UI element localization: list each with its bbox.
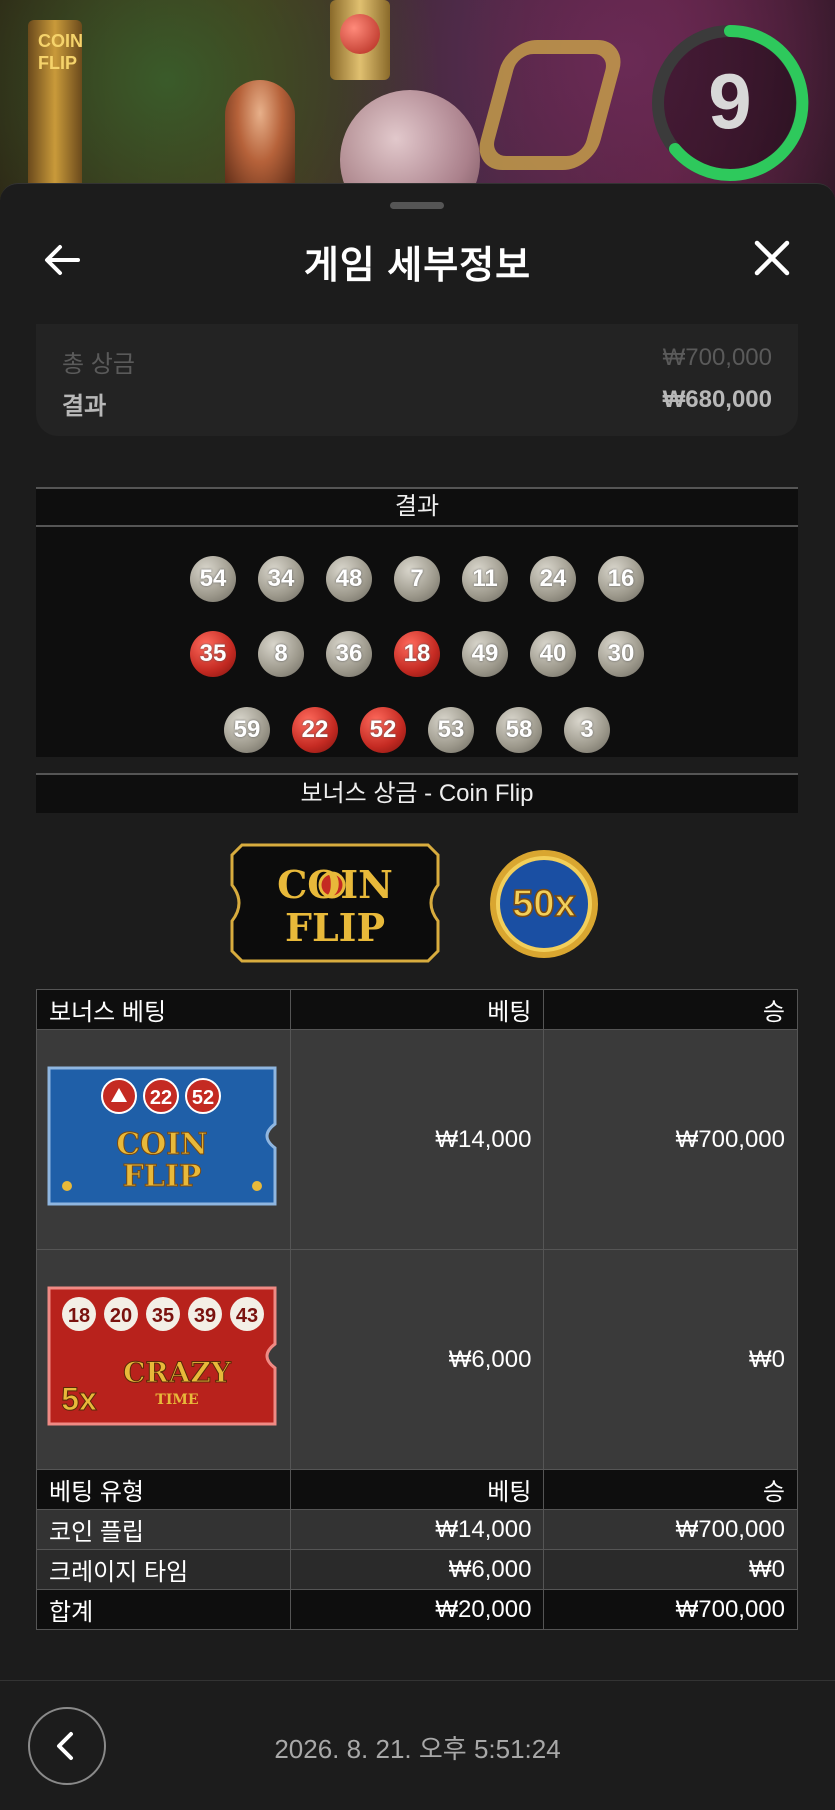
sheet-header: 게임 세부정보 [0, 220, 835, 300]
round-timestamp: 2026. 8. 21. 오후 5:51:24 [274, 1734, 561, 1764]
timer-value: 9 [708, 57, 751, 145]
ticket-logo-line1: CRAZY [123, 1356, 232, 1389]
result-ball: 54 [190, 556, 236, 602]
bet-amount: ₩14,000 [289, 1509, 545, 1550]
bonus-bet-column-header: 보너스 베팅 [36, 989, 291, 1030]
ticket-number: 43 [236, 1305, 258, 1327]
coin-flip-logo: COIN FLIP [230, 843, 440, 963]
result-ball: 24 [530, 556, 576, 602]
result-ball: 40 [530, 631, 576, 677]
result-ball: 34 [258, 556, 304, 602]
ticket-multiplier: 5x [61, 1381, 97, 1417]
result-ball: 8 [258, 631, 304, 677]
win-column-header: 승 [543, 1469, 798, 1510]
table-row: 22 52 COIN FLIP ₩14,000 ₩700,000 [36, 1029, 798, 1250]
bet-type: 크레이지 타임 [36, 1549, 291, 1590]
prize-summary: 총 상금 ₩700,000 결과 ₩680,000 [36, 324, 798, 436]
bet-column-header: 베팅 [289, 1469, 545, 1510]
result-ball: 22 [292, 707, 338, 753]
ticket-number: 18 [68, 1305, 90, 1327]
total-row: 합계 ₩20,000 ₩700,000 [36, 1589, 798, 1630]
ticket-cell: 18 20 35 39 43 5x CRAZY TIME [36, 1249, 291, 1470]
result-ball: 16 [598, 556, 644, 602]
red-ball [340, 14, 380, 54]
bonus-prize-header: 보너스 상금 - Coin Flip [36, 773, 798, 813]
result-value: ₩680,000 [662, 386, 772, 413]
ball-row-2: 35 8 36 18 49 40 30 [36, 631, 798, 677]
result-ball: 48 [326, 556, 372, 602]
coin-flip-logo-line2: FLIP [285, 905, 385, 950]
bet-amount: ₩6,000 [289, 1249, 545, 1470]
result-ball: 11 [462, 556, 508, 602]
coin-flip-logo-line1: COIN [277, 862, 393, 907]
win-column-header: 승 [543, 989, 798, 1030]
total-prize-label: 총 상금 [62, 351, 135, 378]
results-balls: 54 34 48 7 11 24 16 35 8 36 18 49 40 30 59 22 52 53 58 3 [36, 527, 798, 757]
sheet-grabber[interactable] [390, 202, 444, 209]
host-figure [225, 80, 295, 190]
bet-table: 보너스 베팅 베팅 승 22 52 COIN FLIP ₩14,000 ₩700… [36, 989, 798, 1630]
ticket-number: 35 [152, 1305, 174, 1327]
live-video-background: COIN FLIP 9 [0, 0, 835, 200]
bet-amount: ₩14,000 [289, 1029, 545, 1250]
coin-flip-sign: COIN FLIP [38, 30, 83, 74]
crazy-time-ticket: 18 20 35 39 43 5x CRAZY TIME [47, 1286, 277, 1426]
table-row: 18 20 35 39 43 5x CRAZY TIME ₩6,000 ₩0 [36, 1249, 798, 1470]
table-row: 코인 플립 ₩14,000 ₩700,000 [36, 1509, 798, 1550]
ticket-number: 52 [192, 1087, 214, 1109]
result-label: 결과 [62, 393, 107, 420]
bet-column-header: 베팅 [289, 989, 545, 1030]
ticket-logo-line2: FLIP [123, 1159, 202, 1194]
total-win: ₩700,000 [543, 1589, 798, 1630]
win-amount: ₩700,000 [543, 1029, 798, 1250]
result-ball: 58 [496, 707, 542, 753]
result-ball: 18 [394, 631, 440, 677]
results-header: 결과 [36, 487, 798, 527]
ball-row-1: 54 34 48 7 11 24 16 [36, 556, 798, 602]
result-ball: 36 [326, 631, 372, 677]
result-ball: 59 [224, 707, 270, 753]
win-amount: ₩0 [543, 1249, 798, 1470]
page-title: 게임 세부정보 [303, 245, 532, 287]
sheet-footer: 2026. 8. 21. 오후 5:51:24 [0, 1680, 835, 1810]
win-amount: ₩0 [543, 1549, 798, 1590]
ticket-logo-line1: COIN [116, 1127, 207, 1162]
coin-flip-ticket: 22 52 COIN FLIP [47, 1066, 277, 1206]
result-ball: 3 [564, 707, 610, 753]
ticket-number: 39 [194, 1305, 216, 1327]
total-bet: ₩20,000 [289, 1589, 545, 1630]
ticket-logo-line2: TIME [155, 1392, 198, 1408]
game-details-sheet: 게임 세부정보 총 상금 ₩700,000 결과 ₩680,000 결과 54 3… [0, 183, 835, 1810]
bet-table-header: 보너스 베팅 베팅 승 [36, 989, 798, 1030]
ticket-number: 20 [110, 1305, 132, 1327]
result-ball: 53 [428, 707, 474, 753]
close-icon[interactable] [752, 238, 792, 278]
ticket-number: 22 [150, 1087, 172, 1109]
summary-table-header: 베팅 유형 베팅 승 [36, 1469, 798, 1510]
ticket-cell: 22 52 COIN FLIP [36, 1029, 291, 1250]
result-ball: 35 [190, 631, 236, 677]
ball-slide [472, 40, 628, 170]
multiplier-badge-text: 50x [512, 883, 575, 925]
table-row: 크레이지 타임 ₩6,000 ₩0 [36, 1549, 798, 1590]
bet-type-column-header: 베팅 유형 [36, 1469, 291, 1510]
ball-row-3: 59 22 52 53 58 3 [36, 707, 798, 753]
bet-amount: ₩6,000 [289, 1549, 545, 1590]
bet-type: 코인 플립 [36, 1509, 291, 1550]
win-amount: ₩700,000 [543, 1509, 798, 1550]
total-label: 합계 [36, 1589, 291, 1630]
result-ball: 30 [598, 631, 644, 677]
total-prize-value: ₩700,000 [662, 344, 772, 371]
countdown-timer: 9 [652, 24, 809, 181]
multiplier-badge: 50x [490, 850, 598, 958]
result-ball: 52 [360, 707, 406, 753]
result-ball: 7 [394, 556, 440, 602]
result-ball: 49 [462, 631, 508, 677]
